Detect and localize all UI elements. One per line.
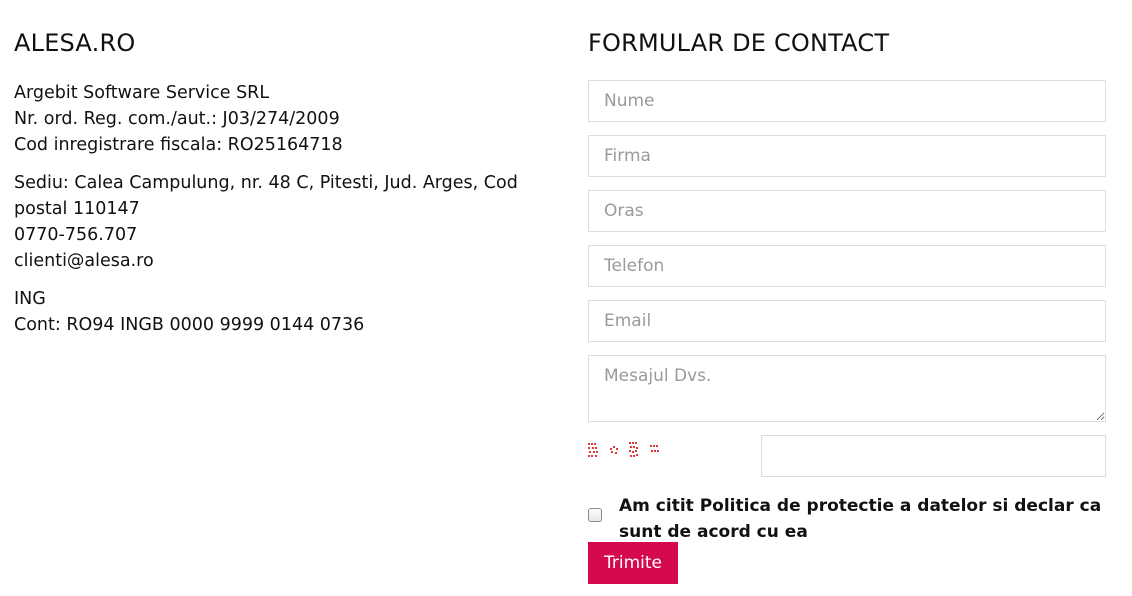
company-contact: Sediu: Calea Campulung, nr. 48 C, Pitest… bbox=[14, 170, 554, 274]
company-input[interactable] bbox=[588, 135, 1106, 177]
company-registration: Nr. ord. Reg. com./aut.: J03/274/2009 bbox=[14, 109, 340, 129]
form-title: FORMULAR DE CONTACT bbox=[588, 29, 890, 57]
submit-button[interactable]: Trimite bbox=[588, 542, 679, 584]
company-fiscal-code: Cod inregistrare fiscala: RO25164718 bbox=[14, 135, 343, 155]
captcha-row bbox=[588, 435, 1106, 477]
consent-row: Am citit Politica de protectie a datelor… bbox=[588, 495, 1106, 545]
bank-account: Cont: RO94 INGB 0000 9999 0144 0736 bbox=[14, 315, 365, 335]
message-textarea[interactable] bbox=[588, 355, 1106, 422]
consent-label: Am citit Politica de protectie a datelor… bbox=[619, 496, 1102, 542]
company-name: Argebit Software Service SRL bbox=[14, 83, 270, 103]
consent-checkbox[interactable] bbox=[588, 508, 602, 522]
name-input[interactable] bbox=[588, 80, 1106, 122]
contact-form: Am citit Politica de protectie a datelor… bbox=[588, 80, 1106, 545]
city-input[interactable] bbox=[588, 190, 1106, 232]
bank-name: ING bbox=[14, 289, 46, 309]
company-email: clienti@alesa.ro bbox=[14, 251, 154, 271]
email-input[interactable] bbox=[588, 300, 1106, 342]
company-title: ALESA.RO bbox=[14, 29, 136, 57]
company-phone: 0770-756.707 bbox=[14, 225, 138, 245]
phone-input[interactable] bbox=[588, 245, 1106, 287]
contact-form-section: FORMULAR DE CONTACT Nume Firma Oras Tele… bbox=[588, 26, 1106, 584]
captcha-input[interactable] bbox=[761, 435, 1106, 477]
company-info: ALESA.RO Argebit Software Service SRL Nr… bbox=[14, 26, 554, 338]
captcha-icon bbox=[588, 442, 659, 457]
company-bank: ING Cont: RO94 INGB 0000 9999 0144 0736 bbox=[14, 286, 554, 338]
contact-page: ALESA.RO Argebit Software Service SRL Nr… bbox=[0, 0, 1132, 596]
company-address: Sediu: Calea Campulung, nr. 48 C, Pitest… bbox=[14, 173, 518, 219]
company-details: Argebit Software Service SRL Nr. ord. Re… bbox=[14, 80, 554, 158]
